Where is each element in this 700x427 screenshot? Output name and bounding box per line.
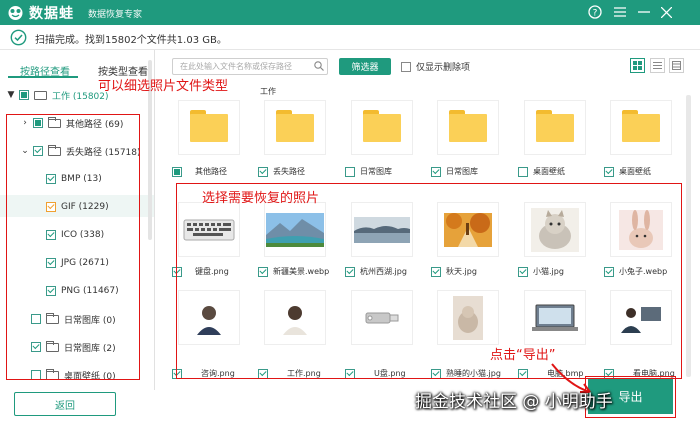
drive-icon [34, 90, 47, 100]
app-name: 数据蛙 [29, 6, 74, 22]
folder-thumbnail[interactable] [524, 100, 586, 155]
check-circle-icon [10, 29, 27, 46]
item-checkbox[interactable] [345, 166, 355, 177]
back-button[interactable]: 返回 [14, 392, 116, 416]
list-view-icon[interactable] [650, 58, 665, 73]
folder-icon [622, 109, 660, 142]
only-deleted-checkbox[interactable] [401, 61, 411, 72]
folder-icon [276, 109, 314, 142]
tree-root-work[interactable]: ▼ 工作 (15802) [6, 86, 109, 104]
scan-status-bar: 扫描完成。找到15802个文件共1.03 GB。 [0, 25, 700, 50]
chevron-down-icon[interactable]: ▼ [6, 90, 16, 100]
breadcrumb: 工作 [260, 87, 276, 96]
item-label: 桌面壁纸 [533, 167, 565, 176]
filter-button[interactable]: 筛选器 [339, 58, 391, 75]
folder-thumbnail[interactable] [351, 100, 413, 155]
folder-icon [363, 109, 401, 142]
annotation-select-hint: 选择需要恢复的照片 [202, 191, 320, 206]
help-icon[interactable]: ? [587, 4, 603, 20]
item-checkbox[interactable] [258, 166, 268, 177]
only-deleted-toggle[interactable]: 仅显示删除项 [401, 60, 470, 73]
folder-thumbnail[interactable] [178, 100, 240, 155]
item-label: 日常图库 [360, 167, 392, 176]
search-icon[interactable] [314, 61, 324, 71]
annotation-box-files [176, 183, 682, 379]
annotation-box-tree [6, 114, 140, 380]
annotation-filter-hint: 可以细选照片文件类型 [98, 79, 229, 94]
grid-scrollbar[interactable] [686, 95, 691, 377]
close-icon[interactable] [658, 4, 674, 20]
grid-view-icon[interactable] [630, 58, 645, 73]
annotation-export-hint: 点击“导出” [490, 348, 556, 363]
minimize-icon[interactable] [636, 4, 652, 20]
detail-view-icon[interactable] [669, 58, 684, 73]
frog-logo-icon [8, 6, 23, 20]
search-input[interactable]: 在此处输入文件名称或保存路径 [172, 58, 328, 75]
app-window: 数据蛙 数据恢复专家 ? 扫描完成。找到15802个文件共1.03 GB。 按路… [0, 0, 700, 427]
only-deleted-label: 仅显示删除项 [416, 63, 471, 73]
folder-icon [536, 109, 574, 142]
item-checkbox[interactable] [604, 166, 614, 177]
folder-icon [190, 109, 228, 142]
item-label: 其他路径 [195, 167, 227, 176]
app-subtitle: 数据恢复专家 [88, 10, 143, 20]
folder-icon [449, 109, 487, 142]
item-label: 桌面壁纸 [619, 167, 651, 176]
tab-active-indicator [8, 76, 78, 78]
svg-text:?: ? [593, 9, 598, 19]
menu-icon[interactable] [612, 4, 628, 20]
folder-thumbnail[interactable] [610, 100, 672, 155]
watermark: 掘金技术社区 @ 小明助手 [415, 392, 613, 412]
item-checkbox[interactable] [431, 166, 441, 177]
item-checkbox[interactable] [172, 166, 182, 177]
folder-thumbnail[interactable] [264, 100, 326, 155]
scan-status-text: 扫描完成。找到15802个文件共1.03 GB。 [35, 35, 227, 46]
tree-checkbox[interactable] [19, 90, 29, 100]
item-checkbox[interactable] [518, 166, 528, 177]
item-label: 日常图库 [446, 167, 478, 176]
folder-thumbnail[interactable] [437, 100, 499, 155]
title-bar: 数据蛙 数据恢复专家 ? [0, 0, 700, 25]
item-label: 丢失路径 [273, 167, 305, 176]
